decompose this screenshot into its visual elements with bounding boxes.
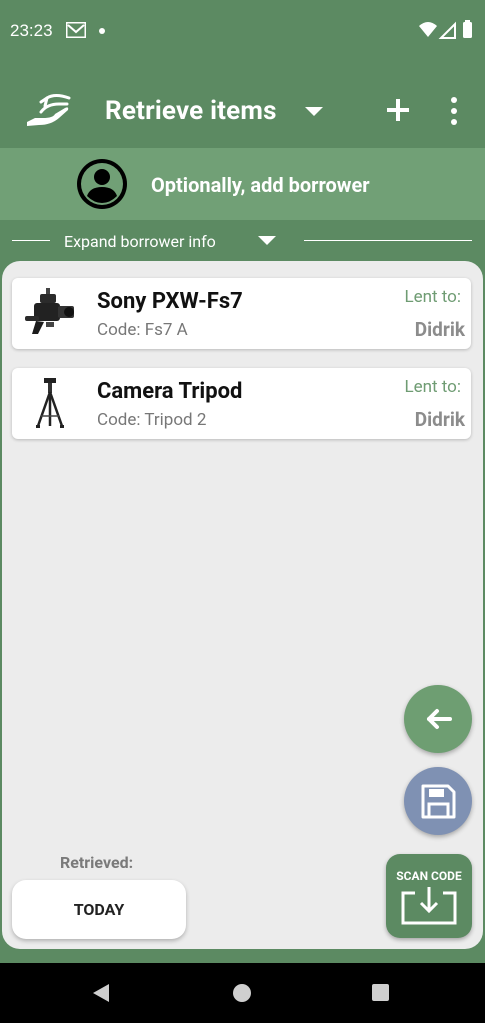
item-code: Code: Tripod 2: [97, 410, 207, 430]
camera-icon: [22, 286, 78, 342]
battery-icon: [463, 22, 472, 38]
status-bar: 23:23: [0, 0, 485, 60]
arrow-left-icon: [427, 709, 452, 729]
nav-home-icon[interactable]: [233, 984, 251, 1002]
retrieved-date-label: Retrieved:: [60, 853, 134, 872]
add-borrower-bar[interactable]: Optionally, add borrower: [0, 148, 485, 220]
item-card[interactable]: Sony PXW-Fs7 Code: Fs7 A Lent to: Didrik: [12, 278, 471, 349]
title-dropdown-icon[interactable]: [305, 107, 323, 116]
more-options-icon[interactable]: [446, 96, 462, 126]
expand-chevron-down-icon[interactable]: [258, 236, 276, 245]
scan-download-icon: [401, 887, 457, 929]
back-button[interactable]: [404, 685, 472, 753]
lent-to-name: Didrik: [414, 408, 465, 431]
hand-receive-icon: [25, 94, 77, 132]
signal-icon: [438, 21, 456, 39]
floppy-disk-icon: [421, 784, 456, 819]
wifi-icon: [419, 22, 437, 37]
item-name: Camera Tripod: [97, 379, 243, 404]
notification-dot-icon: [99, 28, 105, 34]
item-code: Code: Fs7 A: [97, 320, 188, 340]
retrieved-date-button[interactable]: TODAY: [12, 880, 186, 939]
item-card[interactable]: Camera Tripod Code: Tripod 2 Lent to: Di…: [12, 368, 471, 439]
scan-code-button[interactable]: SCAN CODE: [386, 854, 472, 938]
expand-borrower-info[interactable]: Expand borrower info: [0, 220, 485, 260]
lent-to-label: Lent to:: [404, 287, 461, 307]
system-nav-bar: [0, 963, 485, 1023]
item-list-panel: Sony PXW-Fs7 Code: Fs7 A Lent to: Didrik…: [2, 261, 483, 949]
page-title[interactable]: Retrieve items: [105, 96, 277, 126]
status-time: 23:23: [10, 21, 53, 40]
lent-to-label: Lent to:: [404, 377, 461, 397]
system-status-icons: [419, 20, 475, 44]
gmail-notification-icon: [65, 21, 87, 42]
app-bar: Retrieve items: [0, 60, 485, 148]
nav-recents-icon[interactable]: [372, 984, 389, 1001]
nav-back-icon[interactable]: [92, 983, 110, 1007]
add-borrower-label: Optionally, add borrower: [151, 173, 370, 197]
lent-to-name: Didrik: [414, 318, 465, 341]
scan-code-label: SCAN CODE: [396, 869, 462, 883]
item-name: Sony PXW-Fs7: [97, 289, 243, 314]
divider: [12, 240, 50, 241]
divider: [304, 240, 472, 241]
account-circle-icon: [76, 158, 128, 214]
add-button[interactable]: [384, 96, 412, 124]
expand-borrower-label: Expand borrower info: [64, 232, 216, 251]
tripod-icon: [22, 376, 78, 432]
save-button[interactable]: [404, 767, 472, 835]
